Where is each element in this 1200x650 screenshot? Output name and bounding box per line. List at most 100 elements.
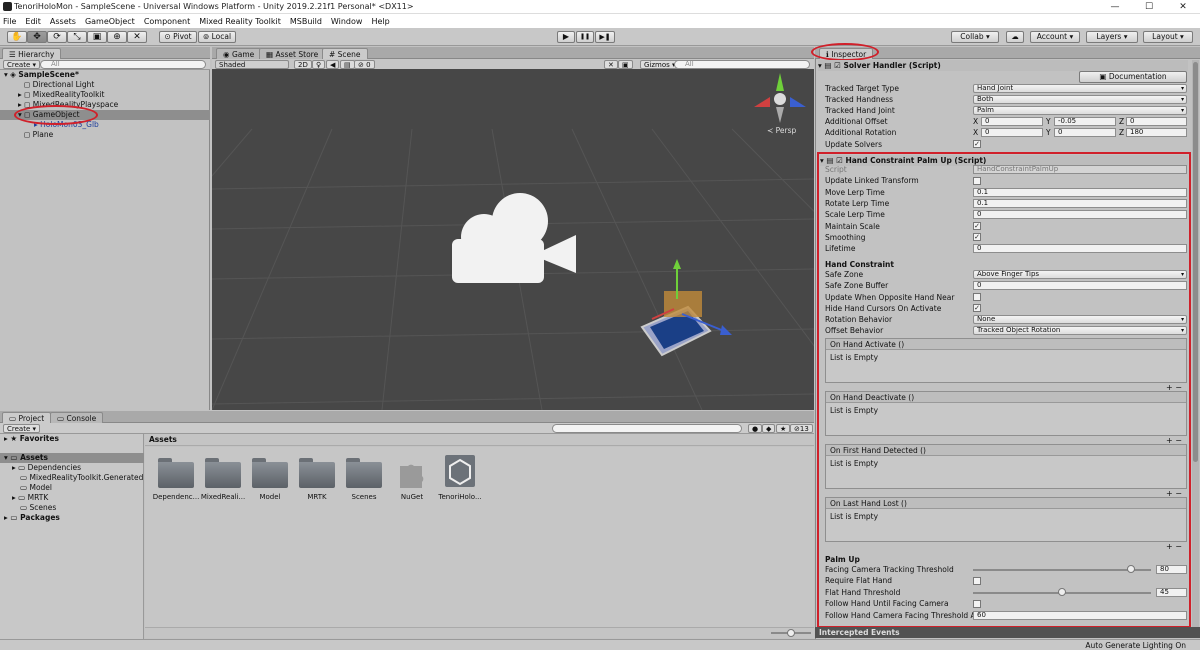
move-tool-button[interactable]: ✥ [27,31,47,43]
folder-icon[interactable] [299,458,335,488]
tree-model[interactable]: ▭ Model [0,483,52,493]
local-button[interactable]: ⊚ Local [198,31,236,43]
hierarchy-item-directional-light[interactable]: ◻ Directional Light [0,80,210,90]
2d-toggle[interactable]: 2D [294,60,312,69]
follow-threshold-field[interactable]: 60 [973,611,1187,620]
asset-dependencies-label[interactable]: Dependenc... [152,493,200,502]
menu-gameobject[interactable]: GameObject [85,17,135,26]
effects-dropdown[interactable]: ▤ [340,60,355,69]
flat-threshold-field[interactable]: 45 [1156,588,1187,597]
hidden-objects-toggle[interactable]: ⊘ 0 [354,60,375,69]
rotate-lerp-field[interactable]: 0.1 [973,199,1187,208]
close-button[interactable]: ✕ [1166,0,1200,14]
asset-nuget-label[interactable]: NuGet [388,493,436,502]
camera-button[interactable]: ▣ [618,60,633,69]
maintain-scale-checkbox[interactable]: ✓ [973,222,981,230]
flat-threshold-slider-knob[interactable] [1058,588,1066,596]
menu-window[interactable]: Window [331,17,363,26]
documentation-button[interactable]: ▣ Documentation [1079,71,1187,83]
follow-until-checkbox[interactable] [973,600,981,608]
tree-mrtk-generated[interactable]: ▭ MixedRealityToolkit.Generated [0,473,143,483]
asset-tenoriholo-label[interactable]: TenoriHolo... [436,493,484,502]
rect-tool-button[interactable]: ▣ [87,31,107,43]
facing-threshold-field[interactable]: 80 [1156,565,1187,574]
lighting-status[interactable]: Auto Generate Lighting On [1085,641,1186,650]
hide-cursors-checkbox[interactable]: ✓ [973,304,981,312]
require-flat-checkbox[interactable] [973,577,981,585]
safe-zone-buffer-field[interactable]: 0 [973,281,1187,290]
tab-game[interactable]: ◉ Game [216,48,262,59]
update-solvers-checkbox[interactable]: ✓ [973,140,981,148]
tab-hierarchy[interactable]: ☰ Hierarchy [2,48,62,59]
tracked-hand-joint-dropdown[interactable]: Palm [973,106,1187,115]
scale-lerp-field[interactable]: 0 [973,210,1187,219]
offset-x-field[interactable]: 0 [981,117,1043,126]
tree-scenes[interactable]: ▭ Scenes [0,503,56,513]
hierarchy-search-input[interactable]: All [40,60,206,69]
scene-tools-button[interactable]: ✕ [604,60,618,69]
cloud-button[interactable]: ☁ [1006,31,1024,43]
event-add-remove-buttons[interactable]: + − [1166,542,1182,551]
hand-tool-button[interactable]: ✋ [7,31,27,43]
hidden-packages-toggle[interactable]: ⊘13 [790,424,813,433]
tree-packages[interactable]: ▸ ▭ Packages [0,513,60,523]
intercepted-events-bar[interactable]: Intercepted Events [815,627,1200,638]
menu-help[interactable]: Help [371,17,389,26]
step-button[interactable]: ▶❚ [595,31,615,43]
asset-size-slider-knob[interactable] [787,629,795,637]
unity-scene-asset-icon[interactable] [444,454,476,488]
asset-scenes-label[interactable]: Scenes [340,493,388,502]
rotation-behavior-dropdown[interactable]: None [973,315,1187,324]
project-search-input[interactable] [552,424,742,433]
facing-threshold-slider[interactable] [973,569,1151,571]
hierarchy-item-plane[interactable]: ◻ Plane [0,130,210,140]
rotation-x-field[interactable]: 0 [981,128,1043,137]
tree-mrtk[interactable]: ▸ ▭ MRTK [0,493,48,503]
shading-dropdown[interactable]: Shaded [215,60,289,69]
menu-mixed-reality-toolkit[interactable]: Mixed Reality Toolkit [199,17,281,26]
rotation-z-field[interactable]: 180 [1126,128,1187,137]
solver-handler-header[interactable]: ▾ ▤ ☑ Solver Handler (Script) [818,60,1188,71]
rotation-y-field[interactable]: 0 [1054,128,1116,137]
tab-project[interactable]: ▭ Project [2,412,52,423]
asset-mixedreality-label[interactable]: MixedReali... [199,493,247,502]
offset-behavior-dropdown[interactable]: Tracked Object Rotation [973,326,1187,335]
lighting-toggle[interactable]: ♀ [312,60,326,69]
tree-assets[interactable]: ▾ ▭ Assets [0,453,144,463]
inspector-scrollbar[interactable] [1192,60,1199,628]
tree-favorites[interactable]: ▸ ★ Favorites [0,434,59,444]
update-opposite-checkbox[interactable] [973,293,981,301]
tracked-target-type-dropdown[interactable]: Hand Joint [973,84,1187,93]
account-dropdown[interactable]: Account ▾ [1030,31,1080,43]
folder-icon[interactable] [346,458,382,488]
menu-assets[interactable]: Assets [50,17,76,26]
tree-dependencies[interactable]: ▸ ▭ Dependencies [0,463,81,473]
scale-tool-button[interactable]: ⤡ [67,31,87,43]
audio-toggle[interactable]: ◀ [326,60,340,69]
menu-msbuild[interactable]: MSBuild [290,17,322,26]
star-icon[interactable]: ★ [776,424,791,433]
smoothing-checkbox[interactable]: ✓ [973,233,981,241]
pivot-button[interactable]: ⊙ Pivot [159,31,197,43]
layers-dropdown[interactable]: Layers ▾ [1086,31,1138,43]
project-breadcrumb[interactable]: Assets [145,434,814,446]
pause-button[interactable]: ❚❚ [576,31,594,43]
tab-console[interactable]: ▭ Console [50,412,104,423]
transform-tool-button[interactable]: ⊕ [107,31,127,43]
scene-view[interactable]: ≺ Persp [212,69,814,410]
folder-icon[interactable] [158,458,194,488]
folder-icon[interactable] [205,458,241,488]
hierarchy-item-mixedrealitytoolkit[interactable]: ▸ ◻ MixedRealityToolkit [0,90,210,100]
lifetime-field[interactable]: 0 [973,244,1187,253]
scene-root-row[interactable]: ▾ ◈ SampleScene* [0,70,210,80]
persp-label[interactable]: ≺ Persp [767,126,796,135]
tab-asset-store[interactable]: ▦ Asset Store [259,48,326,59]
menu-component[interactable]: Component [144,17,190,26]
minimize-button[interactable]: — [1098,0,1132,14]
label-filter-icon[interactable]: ◆ [762,424,776,433]
inspector-scrollbar-thumb[interactable] [1193,62,1198,462]
rotate-tool-button[interactable]: ⟳ [47,31,67,43]
layout-dropdown[interactable]: Layout ▾ [1143,31,1193,43]
asset-model-label[interactable]: Model [246,493,294,502]
safe-zone-dropdown[interactable]: Above Finger Tips [973,270,1187,279]
